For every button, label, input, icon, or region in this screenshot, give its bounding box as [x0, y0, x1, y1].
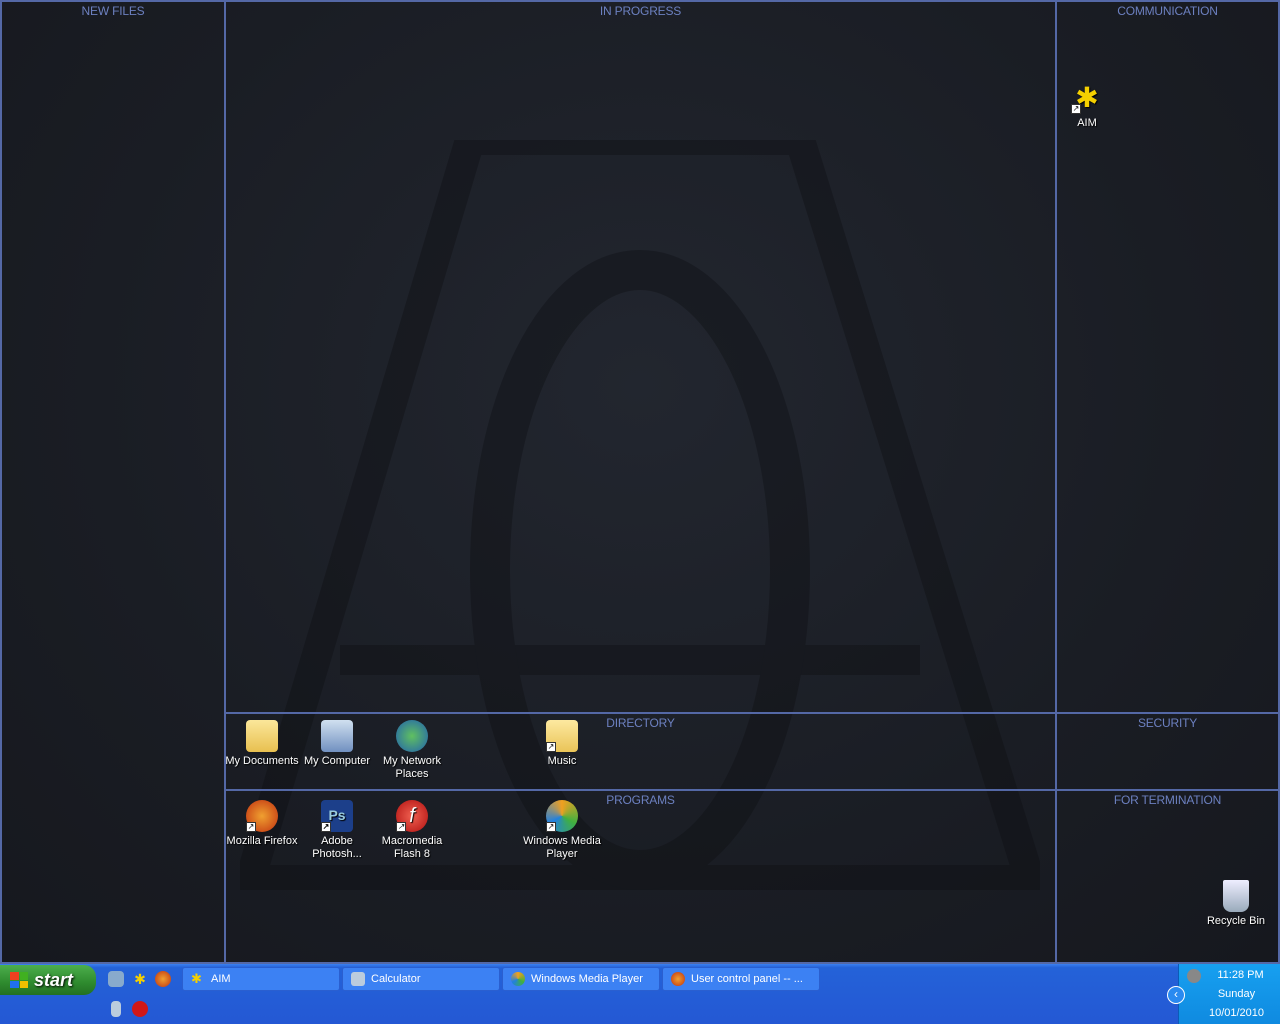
desktop-icon-music[interactable]: ↗ Music [522, 720, 602, 768]
folder-documents-icon [246, 720, 278, 752]
panel-for-termination: FOR TERMINATION [1055, 789, 1280, 964]
desktop-icon-aim[interactable]: ✱ ↗ AIM [1047, 82, 1127, 130]
clock-day: Sunday [1217, 988, 1256, 1000]
panel-title: NEW FILES [81, 4, 145, 18]
desktop-icon-my-network[interactable]: My Network Places [372, 720, 452, 781]
task-aim[interactable]: ✱ AIM [182, 967, 340, 991]
network-icon [396, 720, 428, 752]
firefox-icon: ↗ [246, 800, 278, 832]
computer-quicklaunch-icon[interactable] [111, 1001, 121, 1017]
clock-date: 10/01/2010 [1208, 1007, 1265, 1019]
icon-label: Recycle Bin [1206, 915, 1266, 927]
desktop-icon-firefox[interactable]: ↗ Mozilla Firefox [222, 800, 302, 848]
icon-label: Music [547, 755, 577, 767]
desktop-icon-my-documents[interactable]: My Documents [222, 720, 302, 768]
recycle-bin-icon [1223, 880, 1249, 912]
taskbar: start ✱ ✱ AIM Calculator Windows Media Pl… [0, 964, 1280, 1024]
aim-quicklaunch-icon[interactable]: ✱ [132, 971, 148, 987]
task-windows-media-player[interactable]: Windows Media Player [502, 967, 660, 991]
desktop-icon-flash[interactable]: f ↗ Macromedia Flash 8 [372, 800, 452, 861]
volume-icon[interactable] [1187, 969, 1201, 983]
flash-icon: f ↗ [396, 800, 428, 832]
aim-icon: ✱ ↗ [1071, 82, 1099, 114]
desktop: NEW FILES IN PROGRESS COMMUNICATION DIRE… [0, 0, 1280, 964]
icon-label: Windows Media Player [523, 835, 601, 860]
system-tray: 11:28 PM Sunday 10/01/2010 [1178, 964, 1280, 1024]
panel-security: SECURITY [1055, 712, 1280, 791]
panel-title: SECURITY [1137, 716, 1198, 730]
panel-in-progress: IN PROGRESS [224, 0, 1057, 714]
computer-icon [321, 720, 353, 752]
start-label: start [34, 970, 74, 990]
desktop-icon-wmp[interactable]: ↗ Windows Media Player [522, 800, 602, 861]
task-label: Calculator [371, 973, 421, 985]
task-calculator[interactable]: Calculator [342, 967, 500, 991]
panel-title: FOR TERMINATION [1113, 793, 1222, 807]
task-label: Windows Media Player [531, 973, 643, 985]
media-player-icon: ↗ [546, 800, 578, 832]
desktop-icon-recycle-bin[interactable]: Recycle Bin [1196, 880, 1276, 928]
icon-label: AIM [1077, 117, 1097, 129]
windows-logo-icon [10, 972, 28, 988]
start-button[interactable]: start [0, 965, 96, 995]
photoshop-icon: Ps ↗ [321, 800, 353, 832]
icon-label: Adobe Photosh... [312, 835, 362, 860]
task-label: AIM [211, 973, 231, 985]
folder-icon: ↗ [546, 720, 578, 752]
firefox-quicklaunch-icon[interactable] [155, 971, 171, 987]
panel-title: IN PROGRESS [599, 4, 682, 18]
desktop-icon-photoshop[interactable]: Ps ↗ Adobe Photosh... [297, 800, 377, 861]
icon-label: Macromedia Flash 8 [381, 835, 443, 860]
task-user-control-panel[interactable]: User control panel -- ... [662, 967, 820, 991]
show-desktop-icon[interactable] [108, 971, 124, 987]
desktop-icon-my-computer[interactable]: My Computer [297, 720, 377, 768]
flash-quicklaunch-icon[interactable] [132, 1001, 148, 1017]
icon-label: Mozilla Firefox [226, 835, 298, 847]
task-label: User control panel -- ... [691, 973, 803, 985]
panel-title: COMMUNICATION [1117, 4, 1218, 18]
icon-label: My Computer [303, 755, 371, 767]
clock-time[interactable]: 11:28 PM [1201, 969, 1280, 981]
icon-label: My Network Places [382, 755, 442, 780]
panel-new-files: NEW FILES [0, 0, 226, 964]
icon-label: My Documents [225, 755, 299, 767]
show-hidden-icons-button[interactable]: ‹ [1167, 986, 1185, 1004]
